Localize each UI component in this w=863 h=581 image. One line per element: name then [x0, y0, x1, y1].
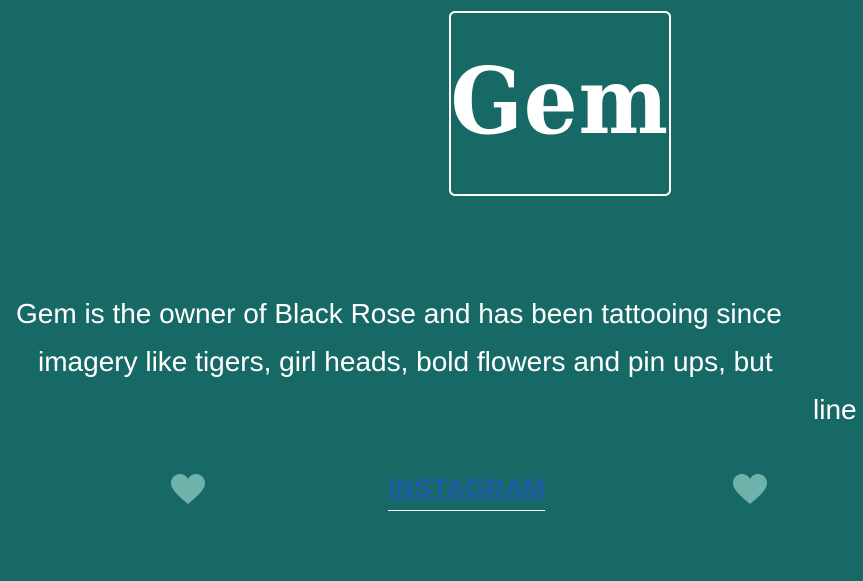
heart-icon — [733, 474, 767, 506]
instagram-link-label: INSTAGRAM — [388, 473, 546, 503]
bio-line-1: Gem is the owner of Black Rose and has b… — [16, 298, 782, 329]
heart-icon — [171, 474, 205, 506]
bio-line-2: imagery like tigers, girl heads, bold fl… — [38, 346, 773, 377]
artist-logo: Gem — [449, 11, 671, 196]
logo-text: Gem — [450, 46, 670, 155]
bio-line-3: line — [813, 394, 857, 425]
instagram-link[interactable]: INSTAGRAM — [388, 472, 546, 511]
artist-profile-section: Gem Gem is the owner of Black Rose and h… — [0, 0, 863, 581]
